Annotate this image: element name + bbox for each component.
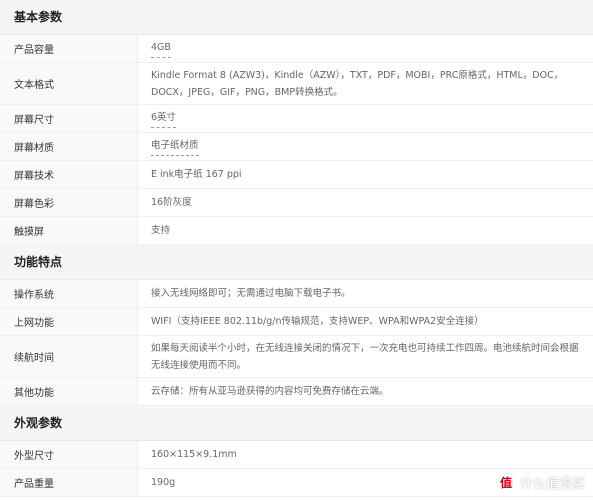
spec-row-screen-color: 屏幕色彩 16阶灰度: [0, 189, 593, 217]
spec-value-link[interactable]: 6英寸: [151, 109, 177, 128]
spec-label: 上网功能: [0, 308, 138, 335]
spec-label: 操作系统: [0, 280, 138, 307]
spec-label: 外型尺寸: [0, 441, 138, 468]
watermark: 值 什么值得买: [496, 473, 585, 492]
section-header-features: 功能特点: [0, 245, 593, 280]
spec-row-screen-material: 屏幕材质 电子纸材质: [0, 133, 593, 161]
spec-row-network: 上网功能 WIFI（支持IEEE 802.11b/g/n传输规范，支持WEP、W…: [0, 308, 593, 336]
spec-label: 屏幕尺寸: [0, 105, 138, 132]
spec-row-formats: 文本格式 Kindle Format 8 (AZW3)，Kindle（AZW），…: [0, 63, 593, 105]
spec-label: 续航时间: [0, 336, 138, 377]
smzdm-logo-icon: 值: [496, 473, 515, 492]
spec-row-capacity: 产品容量 4GB: [0, 35, 593, 63]
spec-value: 接入无线网络即可；无需通过电脑下载电子书。: [151, 288, 351, 299]
spec-row-other: 其他功能 云存储：所有从亚马逊获得的内容均可免费存储在云端。: [0, 378, 593, 406]
spec-label: 屏幕色彩: [0, 189, 138, 216]
spec-row-os: 操作系统 接入无线网络即可；无需通过电脑下载电子书。: [0, 280, 593, 308]
spec-label: 屏幕技术: [0, 161, 138, 188]
spec-table: 基本参数 产品容量 4GB 文本格式 Kindle Format 8 (AZW3…: [0, 0, 593, 497]
spec-value: 160×115×9.1mm: [151, 449, 237, 460]
spec-label: 屏幕材质: [0, 133, 138, 160]
spec-value: Kindle Format 8 (AZW3)，Kindle（AZW），TXT，P…: [151, 69, 564, 98]
spec-label: 产品重量: [0, 469, 138, 496]
spec-row-touchscreen: 触摸屏 支持: [0, 217, 593, 245]
spec-value: 云存储：所有从亚马逊获得的内容均可免费存储在云端。: [151, 386, 389, 397]
spec-value-link[interactable]: 4GB: [151, 39, 171, 58]
spec-row-dimensions: 外型尺寸 160×115×9.1mm: [0, 441, 593, 469]
spec-row-screen-size: 屏幕尺寸 6英寸: [0, 105, 593, 133]
spec-label: 产品容量: [0, 35, 138, 62]
section-header-appearance: 外观参数: [0, 406, 593, 441]
spec-value: WIFI（支持IEEE 802.11b/g/n传输规范，支持WEP、WPA和WP…: [151, 316, 484, 327]
spec-value: 支持: [151, 225, 171, 236]
spec-value: 16阶灰度: [151, 197, 192, 208]
spec-row-battery: 续航时间 如果每天阅读半个小时，在无线连接关闭的情况下，一次充电也可持续工作四周…: [0, 336, 593, 378]
spec-label: 触摸屏: [0, 217, 138, 244]
spec-row-screen-tech: 屏幕技术 E ink电子纸 167 ppi: [0, 161, 593, 189]
section-header-basic: 基本参数: [0, 0, 593, 35]
watermark-text: 什么值得买: [519, 477, 585, 492]
spec-label: 其他功能: [0, 378, 138, 405]
spec-value: 6英寸: [138, 105, 593, 132]
spec-value: 电子纸材质: [138, 133, 593, 160]
spec-value: 4GB: [138, 35, 593, 62]
spec-value: E ink电子纸 167 ppi: [151, 169, 242, 180]
spec-value: 如果每天阅读半个小时，在无线连接关闭的情况下，一次充电也可持续工作四周。电池续航…: [151, 342, 579, 371]
spec-value-link[interactable]: 电子纸材质: [151, 137, 199, 156]
spec-label: 文本格式: [0, 63, 138, 104]
